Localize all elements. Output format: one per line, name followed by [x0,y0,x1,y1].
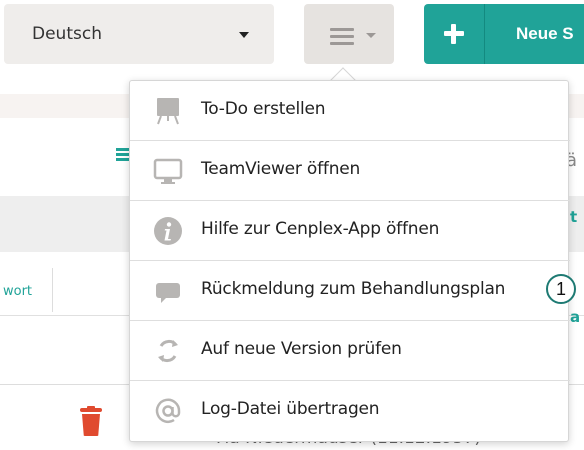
right-text-fragment: a [570,308,581,326]
new-button-label: Neue S [516,24,574,43]
list-icon [116,148,130,162]
info-icon [152,215,184,247]
plus-icon [424,4,484,64]
menu-item-open-help[interactable]: Hilfe zur Cenplex-App öffnen [130,201,570,261]
at-sign-icon [152,395,184,427]
menu-item-label: To-Do erstellen [201,99,326,119]
language-select[interactable]: Deutsch [4,4,274,64]
refresh-icon [152,335,184,367]
menu-item-label: Log-Datei übertragen [201,399,380,419]
hamburger-icon [330,28,354,45]
menu-item-feedback[interactable]: Rückmeldung zum Behandlungsplan [130,261,570,321]
callout-number-badge: 1 [546,274,576,304]
trash-icon[interactable] [80,406,102,436]
menu-item-label: TeamViewer öffnen [201,159,361,179]
new-button[interactable]: Neue S [424,4,584,64]
menu-item-label: Auf neue Version prüfen [201,339,402,359]
menu-item-label: Rückmeldung zum Behandlungsplan [201,279,506,299]
right-text-fragment: t [570,208,578,226]
app-menu-dropdown: To-Do erstellen TeamViewer öffnen Hilfe … [129,80,570,442]
column-divider [52,268,53,312]
hamburger-menu-button[interactable] [304,4,394,64]
caret-down-icon [239,32,249,38]
menu-item-create-todo[interactable]: To-Do erstellen [130,81,570,141]
menu-item-label: Hilfe zur Cenplex-App öffnen [201,219,440,239]
language-select-value: Deutsch [32,24,102,44]
button-divider [484,4,485,64]
monitor-icon [152,155,184,187]
caret-down-icon [366,33,376,38]
easel-icon [152,95,184,127]
menu-item-check-version[interactable]: Auf neue Version prüfen [130,321,570,381]
menu-item-open-teamviewer[interactable]: TeamViewer öffnen [130,141,570,201]
menu-item-upload-log[interactable]: Log-Datei übertragen [130,381,570,441]
speech-bubble-icon [152,275,184,307]
column-header-fragment[interactable]: wort [3,284,32,299]
